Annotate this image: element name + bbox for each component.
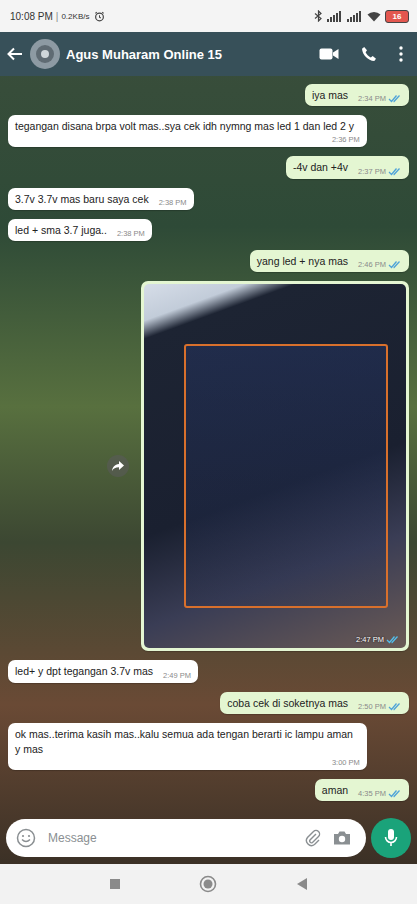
message-input[interactable] (46, 830, 294, 846)
wifi-icon (367, 11, 381, 22)
message-bubble[interactable]: tegangan disana brpa volt mas..sya cek i… (8, 115, 367, 147)
message-field (6, 819, 366, 857)
recents-icon[interactable] (109, 878, 121, 890)
message-row: tegangan disana brpa volt mas..sya cek i… (8, 115, 409, 147)
forward-button[interactable] (107, 455, 129, 477)
navigation-bar (0, 864, 417, 904)
microphone-icon (384, 828, 398, 848)
chat-screen: 10:08 PM|0.2KB/s16Agus Muharam Online 15… (0, 0, 417, 904)
status-bar: 10:08 PM|0.2KB/s16 (0, 0, 417, 32)
read-ticks-icon (388, 702, 402, 711)
network-speed: 0.2KB/s (61, 12, 89, 21)
back-icon[interactable] (296, 877, 308, 891)
paperclip-icon[interactable] (304, 829, 322, 847)
read-ticks-icon (388, 167, 402, 176)
message-row: led+ y dpt tegangan 3.7v mas 2:49 PM (8, 660, 409, 682)
message-time: 2:47 PM (356, 635, 384, 644)
message-bubble[interactable]: 3.7v 3.7v mas baru saya cek 2:38 PM (8, 188, 194, 210)
camera-icon[interactable] (332, 829, 352, 847)
message-row: led + sma 3.7 juga.. 2:38 PM (8, 219, 409, 241)
message-row: aman 4:35 PM (8, 779, 409, 801)
video-call-icon[interactable] (319, 47, 339, 61)
bluetooth-icon (314, 10, 323, 22)
message-bubble[interactable]: yang led + nya mas 2:46 PM (250, 250, 409, 272)
message-text: led+ y dpt tegangan 3.7v mas (15, 664, 153, 679)
message-time: 2:37 PM (358, 167, 386, 176)
message-time: 2:49 PM (163, 671, 191, 680)
image-message[interactable]: 2:47 PM (141, 281, 409, 651)
message-time: 2:38 PM (117, 229, 145, 238)
message-bubble[interactable]: coba cek di soketnya mas 2:50 PM (220, 692, 409, 714)
message-row: -4v dan +4v 2:37 PM (8, 156, 409, 178)
signal-icon (327, 11, 343, 22)
voice-button[interactable] (371, 818, 411, 858)
message-time: 4:35 PM (358, 789, 386, 798)
message-text: 3.7v 3.7v mas baru saya cek (15, 192, 149, 207)
menu-dots-icon[interactable] (399, 46, 403, 62)
message-time: 2:34 PM (358, 94, 386, 103)
message-row: coba cek di soketnya mas 2:50 PM (8, 692, 409, 714)
message-text: -4v dan +4v (293, 160, 348, 175)
message-row: yang led + nya mas 2:46 PM (8, 250, 409, 272)
signal-icon (347, 11, 363, 22)
message-time: 2:46 PM (358, 260, 386, 269)
battery-indicator: 16 (385, 10, 409, 23)
message-text: coba cek di soketnya mas (227, 696, 348, 711)
message-row: 2:47 PM (8, 281, 409, 651)
message-bubble[interactable]: ok mas..terima kasih mas..kalu semua ada… (8, 723, 367, 770)
message-time: 2:38 PM (159, 198, 187, 207)
phone-icon[interactable] (361, 46, 377, 62)
contact-avatar[interactable] (30, 39, 60, 69)
message-time: 2:36 PM (332, 135, 360, 144)
message-text: aman (322, 783, 348, 798)
message-bubble[interactable]: iya mas 2:34 PM (305, 84, 409, 106)
chat-header: Agus Muharam Online 15 (0, 32, 417, 76)
message-text: led + sma 3.7 juga.. (15, 223, 107, 238)
read-ticks-icon (386, 635, 400, 644)
message-time: 2:50 PM (358, 702, 386, 711)
message-text: ok mas..terima kasih mas..kalu semua ada… (15, 727, 360, 757)
message-list: iya mas 2:34 PM tegangan disana brpa volt … (0, 76, 417, 814)
message-bubble[interactable]: -4v dan +4v 2:37 PM (286, 156, 409, 178)
message-bubble[interactable]: led + sma 3.7 juga.. 2:38 PM (8, 219, 152, 241)
avatar-icon (30, 39, 60, 69)
message-text: tegangan disana brpa volt mas..sya cek i… (15, 119, 360, 134)
contact-name[interactable]: Agus Muharam Online 15 (66, 47, 297, 62)
read-ticks-icon (388, 789, 402, 798)
composer (0, 814, 417, 864)
message-text: yang led + nya mas (257, 254, 348, 269)
home-icon[interactable] (199, 875, 217, 893)
message-row: 3.7v 3.7v mas baru saya cek 2:38 PM (8, 188, 409, 210)
message-row: iya mas 2:34 PM (8, 84, 409, 106)
back-arrow-icon[interactable] (6, 45, 24, 63)
alarm-icon (94, 11, 105, 22)
message-text: iya mas (312, 88, 348, 103)
read-ticks-icon (388, 260, 402, 269)
forward-icon (111, 460, 125, 472)
message-time: 3:00 PM (332, 758, 360, 767)
message-bubble[interactable]: led+ y dpt tegangan 3.7v mas 2:49 PM (8, 660, 198, 682)
message-bubble[interactable]: aman 4:35 PM (315, 779, 409, 801)
message-row: ok mas..terima kasih mas..kalu semua ada… (8, 723, 409, 770)
emoji-icon[interactable] (16, 828, 36, 848)
read-ticks-icon (388, 94, 402, 103)
photo[interactable]: 2:47 PM (144, 284, 406, 648)
clock: 10:08 PM (10, 11, 53, 22)
